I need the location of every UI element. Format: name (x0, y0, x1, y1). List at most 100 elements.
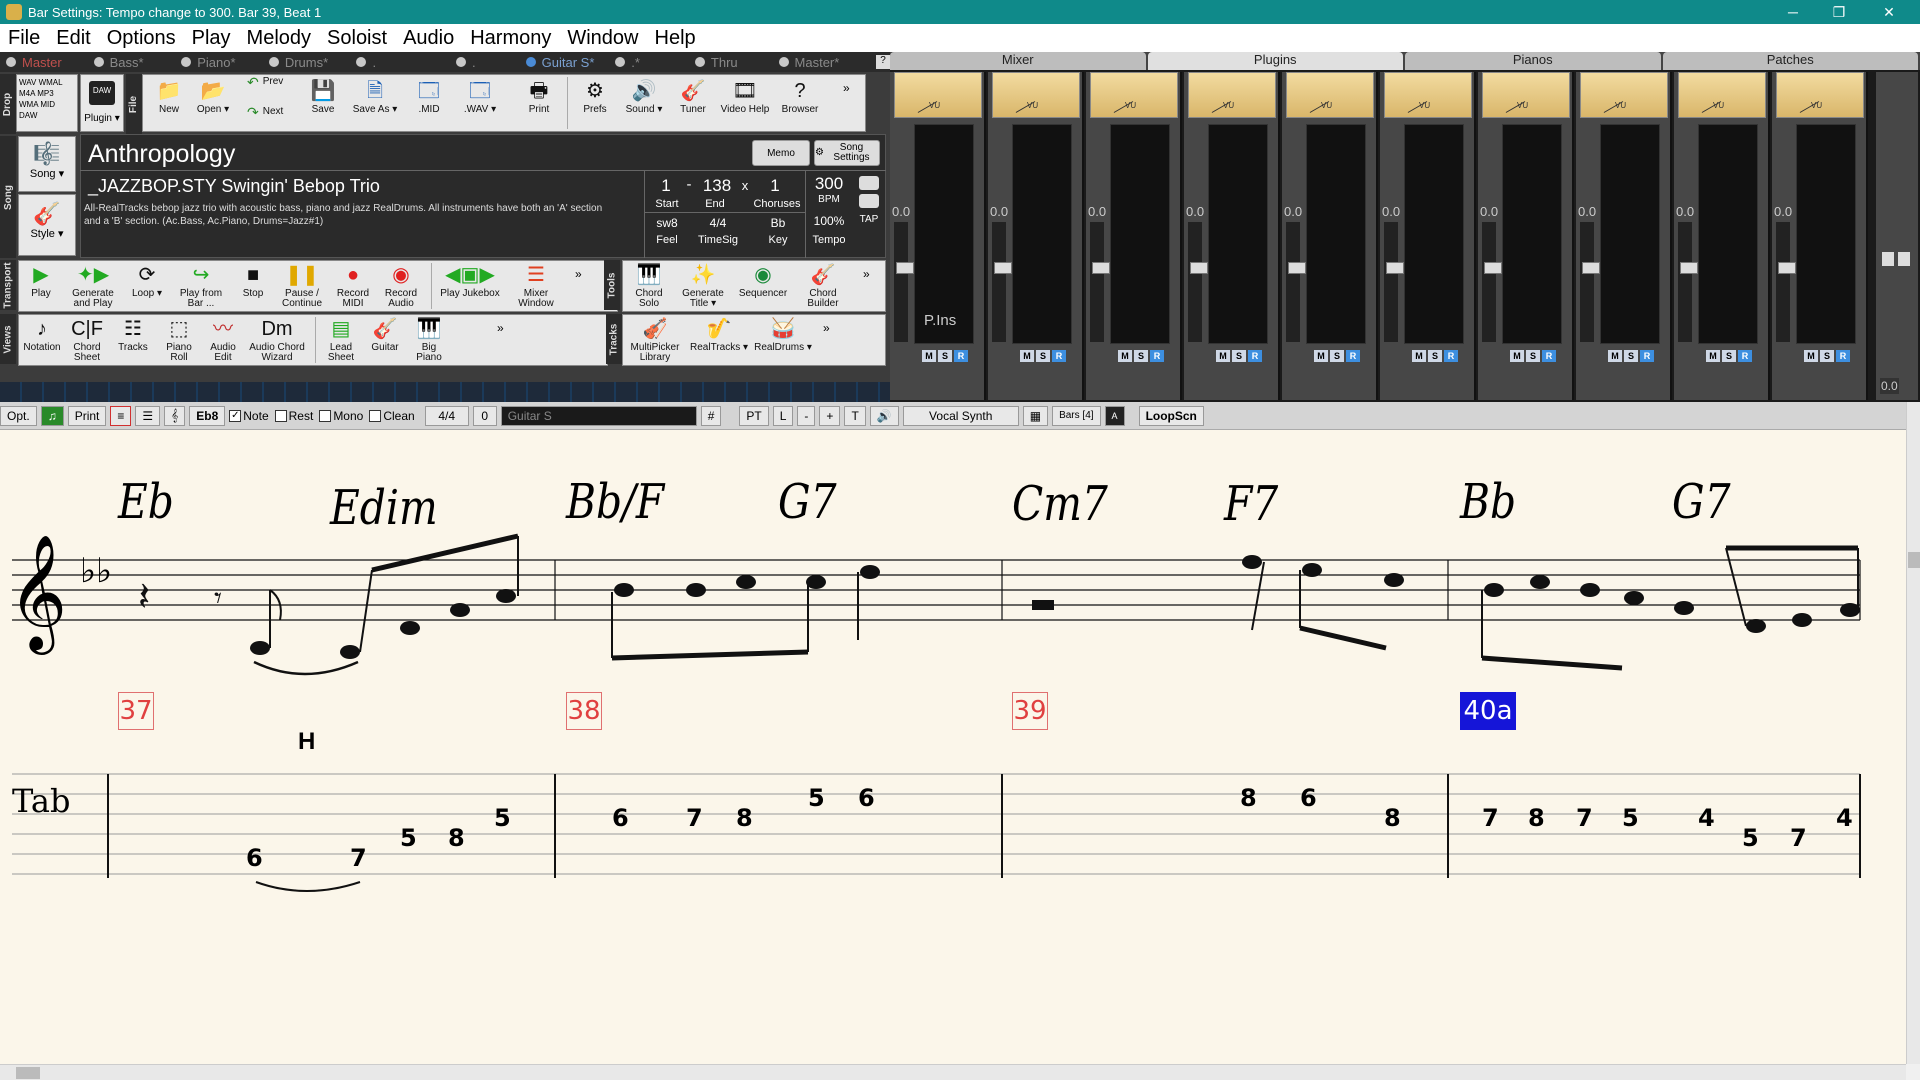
arm-button[interactable]: R (1542, 350, 1556, 362)
vocal-synth-button[interactable]: Vocal Synth (902, 405, 1019, 426)
fader-knob[interactable] (1680, 262, 1698, 274)
tab-number[interactable]: 6 (1300, 784, 1317, 812)
fader-knob[interactable] (994, 262, 1012, 274)
scroll-thumb[interactable] (1908, 552, 1920, 568)
mute-button[interactable]: M (1804, 350, 1818, 362)
solo-button[interactable]: S (1722, 350, 1736, 362)
audio-edit-button[interactable]: 〰 Audio Edit (203, 317, 243, 363)
fader-knob[interactable] (1386, 262, 1404, 274)
tab-number[interactable]: 4 (1836, 804, 1853, 832)
mono-checkbox[interactable]: Mono (319, 409, 363, 423)
fader-knob[interactable] (1484, 262, 1502, 274)
clean-checkbox[interactable]: Clean (369, 409, 415, 423)
menu-play[interactable]: Play (184, 27, 239, 50)
song-title[interactable]: Anthropology (84, 136, 744, 170)
stop-button[interactable]: ■ Stop (233, 263, 273, 299)
tab-number[interactable]: 7 (1482, 804, 1499, 832)
multipicker-button[interactable]: 🎻 MultiPicker Library (627, 317, 683, 363)
chord-sheet-button[interactable]: C|F Chord Sheet (67, 317, 107, 363)
plugin-button[interactable]: DAW Plugin ▾ (80, 74, 124, 132)
minus-button[interactable]: - (797, 405, 816, 426)
volume-fader[interactable] (1580, 222, 1600, 342)
transpose-field[interactable]: 0 (472, 405, 497, 426)
tracks-button[interactable]: ☷ Tracks (113, 317, 153, 353)
menu-file[interactable]: File (0, 27, 48, 50)
solo-button[interactable]: S (1624, 350, 1638, 362)
mute-button[interactable]: M (1608, 350, 1622, 362)
menu-harmony[interactable]: Harmony (462, 27, 559, 50)
mute-button[interactable]: M (1412, 350, 1426, 362)
save-wav-button[interactable]: 🗔 .WAV ▾ (455, 79, 505, 115)
chord-symbol[interactable]: Cm7 (1012, 476, 1108, 532)
mute-button[interactable]: M (1020, 350, 1034, 362)
record-audio-button[interactable]: ◉ Record Audio (379, 263, 423, 309)
arm-button[interactable]: R (1150, 350, 1164, 362)
track-bass[interactable]: Bass* (88, 55, 176, 70)
chord-symbol[interactable]: G7 (778, 474, 837, 530)
mute-button[interactable]: M (1118, 350, 1132, 362)
volume-fader[interactable] (1188, 222, 1208, 342)
transport-more-button[interactable]: » (575, 267, 582, 281)
end-bar-value[interactable]: 138 (697, 176, 737, 196)
notation-button[interactable]: ♪ Notation (21, 317, 63, 353)
volume-fader[interactable] (1678, 222, 1698, 342)
tab-number[interactable]: 7 (350, 844, 367, 872)
key-dropdown[interactable]: Eb8 (189, 405, 226, 426)
track-guitar[interactable]: Guitar S* (520, 55, 610, 70)
style-name[interactable]: _JAZZBOP.STY Swingin' Bebop Trio (88, 176, 380, 197)
solo-button[interactable]: S (1036, 350, 1050, 362)
t-button[interactable]: T (844, 405, 866, 426)
sharp-button[interactable]: # (700, 405, 722, 426)
chord-symbol[interactable]: Eb (118, 474, 174, 530)
save-mid-button[interactable]: 🗔 .MID (409, 79, 449, 115)
tab-pianos[interactable]: Pianos (1405, 52, 1661, 70)
tools-more-button[interactable]: » (863, 267, 870, 281)
arm-button[interactable]: R (1836, 350, 1850, 362)
menu-soloist[interactable]: Soloist (319, 27, 395, 50)
bars-icon[interactable]: ▦ (1022, 405, 1049, 426)
volume-fader[interactable] (1482, 222, 1502, 342)
fader-knob[interactable] (1778, 262, 1796, 274)
l-button[interactable]: L (772, 405, 794, 426)
options-button[interactable]: Opt. (0, 405, 37, 426)
key-value[interactable]: Bb (753, 216, 803, 230)
fader-knob[interactable] (1190, 262, 1208, 274)
tuner-button[interactable]: 🎸 Tuner (673, 79, 713, 115)
track-empty-1[interactable]: . (350, 55, 450, 70)
style-button[interactable]: 🎸 Style ▾ (18, 194, 76, 256)
tab-number[interactable]: 5 (808, 784, 825, 812)
track-thru[interactable]: Thru (689, 55, 773, 70)
chord-symbol[interactable]: Edim (330, 480, 438, 536)
song-button[interactable]: 🎼 Song ▾ (18, 136, 76, 192)
master-fader-right[interactable] (1898, 252, 1910, 266)
track-drums[interactable]: Drums* (263, 55, 351, 70)
tab-number[interactable]: 6 (246, 844, 263, 872)
track-empty-2[interactable]: . (450, 55, 520, 70)
prefs-button[interactable]: ⚙ Prefs (575, 79, 615, 115)
tab-number[interactable]: 8 (1528, 804, 1545, 832)
solo-button[interactable]: S (1820, 350, 1834, 362)
bar-number[interactable]: 37 (118, 692, 154, 730)
solo-button[interactable]: S (1330, 350, 1344, 362)
tracks-more-button[interactable]: » (823, 321, 830, 335)
tab-number[interactable]: 8 (448, 824, 465, 852)
track-master[interactable]: Master (0, 55, 88, 70)
horizontal-scrollbar[interactable] (0, 1064, 1906, 1080)
fader-knob[interactable] (1582, 262, 1600, 274)
tab-number[interactable]: 7 (1576, 804, 1593, 832)
notation-score[interactable]: 𝄞 ♭♭ 𝄽 𝄾 Eb Edim Bb/F G7 Cm7 F7 Bb G7 37… (0, 430, 1906, 1064)
staff-view-icon[interactable]: ≡ (110, 405, 132, 426)
realdrums-button[interactable]: 🥁 RealDrums ▾ (753, 317, 813, 353)
chord-symbol[interactable]: F7 (1224, 476, 1278, 532)
chord-symbol[interactable]: Bb/F (566, 474, 664, 530)
plus-button[interactable]: + (819, 405, 841, 426)
menu-melody[interactable]: Melody (239, 27, 319, 50)
feel-value[interactable]: sw8 (647, 216, 687, 230)
tempo-value[interactable]: 300 (809, 174, 849, 194)
save-as-button[interactable]: 🗎 Save As ▾ (347, 79, 403, 115)
bar-number[interactable]: 39 (1012, 692, 1048, 730)
guitar-button[interactable]: 🎸 Guitar (365, 317, 405, 353)
tab-plugins[interactable]: Plugins (1147, 52, 1403, 70)
tab-number[interactable]: 8 (736, 804, 753, 832)
volume-fader[interactable] (992, 222, 1012, 342)
